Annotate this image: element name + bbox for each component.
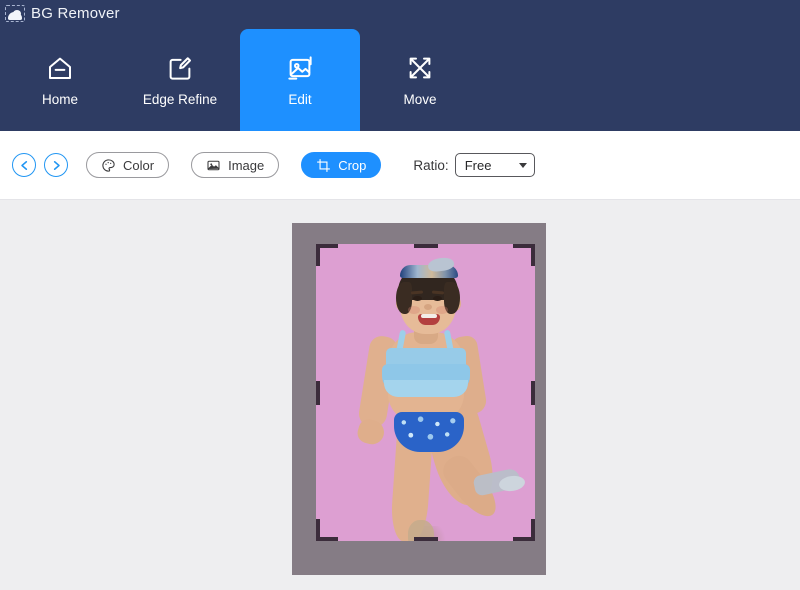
crop-icon — [316, 158, 331, 173]
redo-button[interactable] — [44, 153, 68, 177]
title-bar: BG Remover — [0, 0, 800, 26]
ratio-label: Ratio: — [413, 157, 449, 173]
undo-button[interactable] — [12, 153, 36, 177]
tab-edge-refine[interactable]: Edge Refine — [120, 29, 240, 131]
tab-home-label: Home — [41, 92, 78, 108]
home-icon — [45, 53, 75, 83]
tab-edit-label: Edit — [288, 92, 312, 108]
edit-toolbar: Color Image Crop Ratio: Free — [0, 131, 800, 200]
app-title: BG Remover — [31, 4, 120, 22]
crop-button-label: Crop — [338, 157, 367, 173]
tab-edit[interactable]: Edit — [240, 29, 360, 131]
image-cloud-icon — [5, 4, 25, 22]
pen-square-icon — [165, 53, 195, 83]
tab-move[interactable]: Move — [360, 29, 480, 131]
crop-region[interactable] — [316, 244, 535, 541]
subject-image — [316, 244, 535, 541]
editor-canvas[interactable] — [0, 200, 800, 590]
app-window: BG Remover Home Edge Refine Edit Move Co… — [0, 0, 800, 590]
main-tabs: Home Edge Refine Edit Move — [0, 29, 480, 131]
tab-home[interactable]: Home — [0, 29, 120, 131]
ratio-select[interactable]: Free — [454, 153, 535, 177]
expand-arrows-icon — [405, 53, 435, 83]
image-icon — [285, 53, 315, 83]
app-header: BG Remover Home Edge Refine Edit Move — [0, 0, 800, 131]
chevron-down-icon — [518, 162, 527, 168]
redo-arrow-icon — [49, 158, 64, 173]
palette-icon — [101, 158, 116, 173]
photo-frame[interactable] — [292, 223, 546, 575]
crop-button[interactable]: Crop — [301, 152, 382, 178]
tab-move-label: Move — [403, 92, 437, 108]
image-button-label: Image — [228, 157, 265, 173]
color-button-label: Color — [123, 157, 155, 173]
undo-arrow-icon — [17, 158, 32, 173]
ratio-select-value: Free — [464, 157, 492, 173]
picture-icon — [206, 158, 221, 173]
color-button[interactable]: Color — [86, 152, 170, 178]
ratio-group: Ratio: Free — [413, 153, 535, 177]
tab-edge-refine-label: Edge Refine — [142, 92, 218, 108]
image-button[interactable]: Image — [191, 152, 280, 178]
